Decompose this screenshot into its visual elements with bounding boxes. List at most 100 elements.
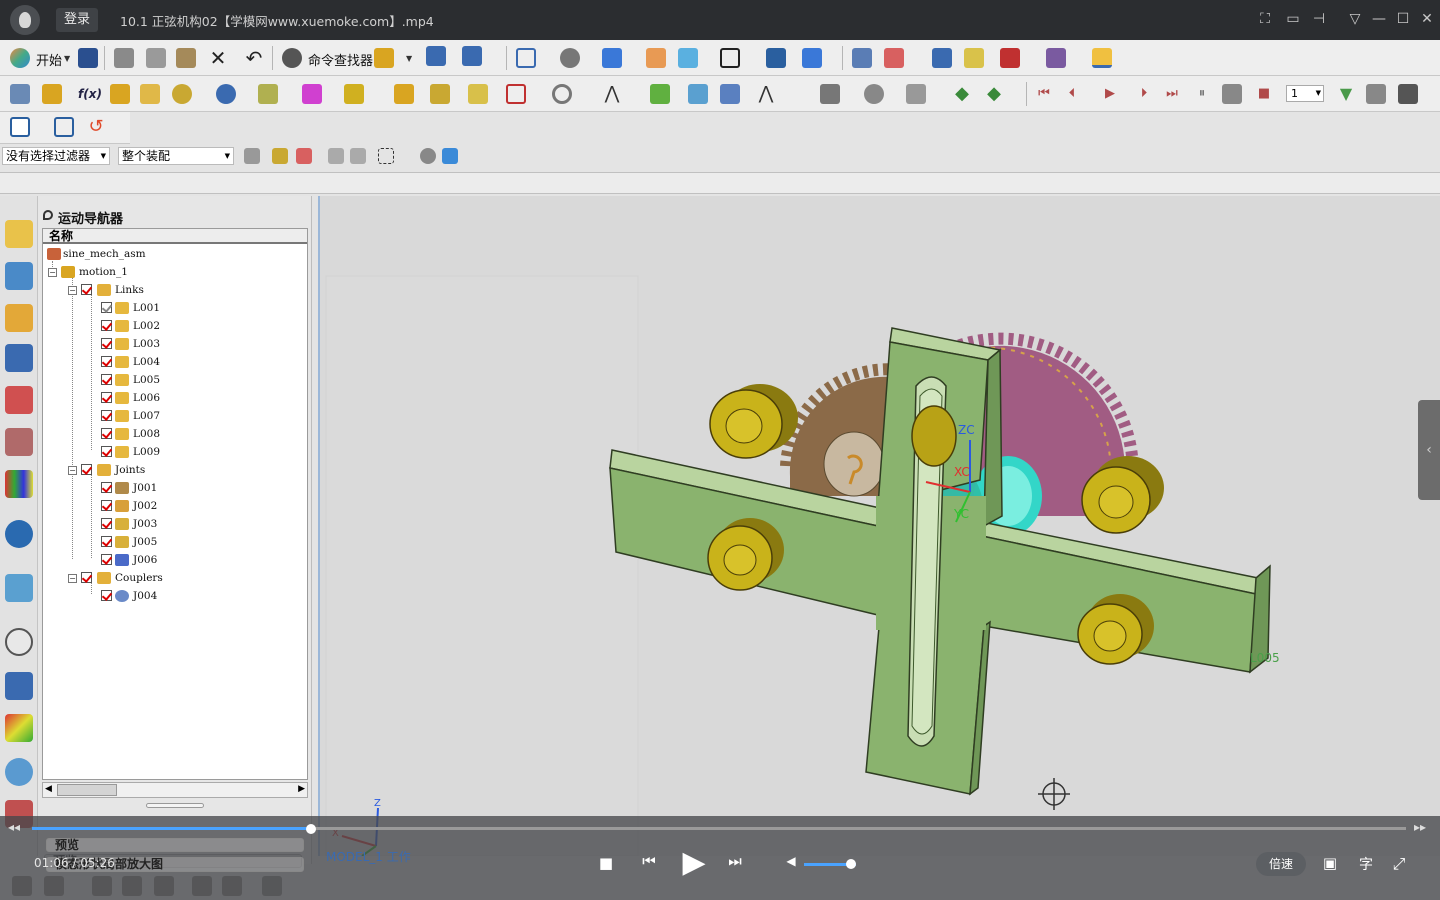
arrow-left-icon[interactable]: ◆ — [952, 84, 972, 104]
arrow-right-icon[interactable]: ◆ — [984, 84, 1004, 104]
joint-create-icon[interactable] — [140, 84, 160, 104]
fullscreen-icon[interactable]: ⤢ — [1388, 854, 1410, 876]
graph-icon[interactable]: ⋀ — [756, 84, 776, 104]
item-checkbox[interactable] — [101, 410, 112, 421]
select-link-icon[interactable] — [272, 148, 288, 164]
force-icon[interactable] — [302, 84, 322, 104]
system-materials-tab-icon[interactable] — [5, 714, 33, 742]
trace-icon[interactable] — [552, 84, 572, 104]
group-checkbox[interactable] — [81, 284, 92, 295]
curve-icon[interactable]: ⋀ — [602, 84, 622, 104]
item-checkbox[interactable] — [101, 554, 112, 565]
render-style-icon[interactable] — [560, 48, 580, 68]
history-tab-icon[interactable] — [5, 574, 33, 602]
copy-icon[interactable] — [146, 48, 166, 68]
item-checkbox[interactable] — [101, 518, 112, 529]
type-filter-select[interactable]: 没有选择过滤器 ▼ — [2, 147, 110, 165]
process-studio-tab-icon[interactable] — [5, 672, 33, 700]
maximize-button[interactable]: ☐ — [1392, 8, 1414, 30]
item-checkbox[interactable] — [101, 482, 112, 493]
fit-view-icon[interactable] — [516, 48, 536, 68]
results-icon[interactable] — [720, 84, 740, 104]
hd3d-tab-icon[interactable] — [5, 428, 33, 456]
measure-icon[interactable] — [1046, 48, 1066, 68]
point-icon[interactable] — [344, 84, 364, 104]
rewind-icon[interactable]: ◂◂ — [8, 820, 20, 834]
link-create-icon[interactable] — [42, 84, 62, 104]
collapse-icon[interactable]: − — [68, 286, 77, 295]
select-solid-icon[interactable] — [420, 148, 436, 164]
move-component-icon[interactable] — [802, 48, 822, 68]
layout-icon[interactable] — [54, 117, 74, 137]
progress-bar[interactable] — [32, 827, 1406, 830]
volume-icon[interactable]: ◀ — [784, 854, 798, 872]
solver-icon[interactable] — [688, 84, 708, 104]
column-header-name[interactable]: 名称 — [43, 229, 307, 244]
tree-group-links[interactable]: − Links — [67, 281, 267, 299]
item-checkbox[interactable] — [101, 338, 112, 349]
ruler-icon[interactable] — [1092, 48, 1112, 68]
start-dropdown-icon[interactable]: ▼ — [64, 54, 70, 63]
mark-icon[interactable] — [884, 48, 904, 68]
play-icon[interactable]: ▶ — [1100, 84, 1120, 104]
undo-icon[interactable]: ↶ — [244, 48, 264, 68]
minimize-button[interactable]: — — [1368, 8, 1390, 30]
joint-icon[interactable] — [932, 48, 952, 68]
collapse-icon[interactable]: − — [48, 268, 57, 277]
export-icon[interactable]: ▼ — [1336, 84, 1356, 104]
gear-coupler-icon[interactable] — [172, 84, 192, 104]
box-select-icon[interactable] — [378, 148, 394, 164]
item-checkbox[interactable] — [101, 374, 112, 385]
last-frame-icon[interactable]: ⏭ — [1162, 84, 1182, 104]
select-icon[interactable] — [678, 48, 698, 68]
marker-icon[interactable] — [110, 84, 130, 104]
damper-icon[interactable] — [258, 84, 278, 104]
play-button[interactable]: ▶ — [678, 846, 710, 880]
item-checkbox[interactable] — [101, 536, 112, 547]
window-icon[interactable] — [720, 48, 740, 68]
spring-icon[interactable] — [216, 84, 236, 104]
item-checkbox[interactable] — [101, 302, 112, 313]
group-checkbox[interactable] — [81, 572, 92, 583]
delete-icon[interactable]: ✕ — [208, 48, 228, 68]
fast-forward-icon[interactable]: ▸▸ — [1414, 820, 1426, 834]
volume-knob[interactable] — [845, 859, 856, 869]
environment-icon[interactable] — [10, 84, 30, 104]
paste-icon[interactable] — [176, 48, 196, 68]
info-icon[interactable] — [462, 46, 482, 66]
table-icon[interactable] — [852, 48, 872, 68]
orient-view-icon[interactable] — [602, 48, 622, 68]
item-checkbox[interactable] — [101, 320, 112, 331]
pin-icon[interactable]: ⊣ — [1308, 8, 1330, 30]
driver-icon[interactable] — [394, 84, 414, 104]
selection-scope-select[interactable]: 整个装配 ▼ — [118, 147, 234, 165]
item-checkbox[interactable] — [101, 446, 112, 457]
item-checkbox[interactable] — [101, 500, 112, 511]
layer-icon[interactable] — [646, 48, 666, 68]
close-button[interactable]: ✕ — [1416, 8, 1438, 30]
item-checkbox[interactable] — [101, 356, 112, 367]
step-forward-icon[interactable]: ⏵ — [1134, 84, 1154, 104]
motion-wizard-icon[interactable] — [374, 48, 394, 68]
previous-button[interactable]: ⏮ — [638, 852, 660, 874]
function-icon[interactable]: f(x) — [78, 84, 102, 104]
save-icon[interactable] — [78, 48, 98, 68]
subtitle-button[interactable]: 字 — [1356, 854, 1376, 874]
select-marker-icon[interactable] — [328, 148, 344, 164]
filter-icon[interactable] — [906, 84, 926, 104]
stop-icon[interactable]: ■ — [1254, 84, 1274, 104]
group-checkbox[interactable] — [81, 464, 92, 475]
model-tab-label[interactable]: MODEL_1 工作 — [326, 848, 411, 865]
palette-tab-icon[interactable] — [5, 470, 33, 498]
constraint-icon[interactable] — [468, 84, 488, 104]
reuse-library-tab-icon[interactable] — [5, 386, 33, 414]
zoom-icon[interactable] — [864, 84, 884, 104]
pin-icon[interactable] — [43, 210, 53, 220]
speed-button[interactable]: 倍速 — [1256, 852, 1306, 876]
refresh-icon[interactable]: ↺ — [86, 117, 106, 137]
clock-tab-icon[interactable] — [5, 628, 33, 656]
finish-icon[interactable] — [1366, 84, 1386, 104]
dropdown-icon[interactable]: ▼ — [406, 54, 412, 63]
collapse-icon[interactable]: − — [68, 466, 77, 475]
item-checkbox[interactable] — [101, 590, 112, 601]
